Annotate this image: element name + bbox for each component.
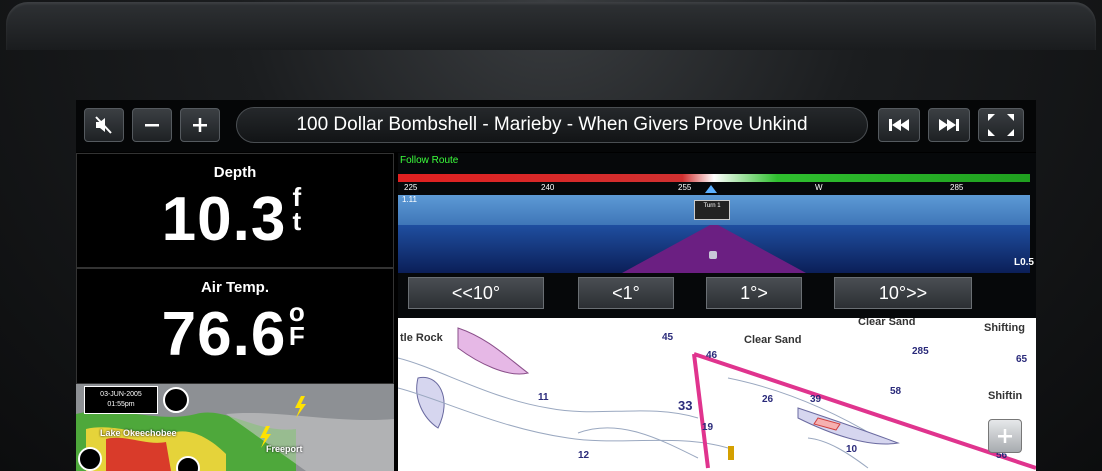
depth-readout: 10.3 f t <box>77 184 393 255</box>
bezel-top-edge <box>6 2 1096 50</box>
fullscreen-button[interactable] <box>978 108 1024 142</box>
heading-tick: 240 <box>541 183 555 192</box>
chart-place-label: Shifting <box>984 322 1025 334</box>
heading-tape <box>398 174 1030 182</box>
now-playing-track[interactable]: 100 Dollar Bombshell - Marieby - When Gi… <box>236 107 868 143</box>
radar-place-label: Freeport <box>266 444 303 454</box>
chart-place-label: Shiftin <box>988 390 1023 402</box>
depth-value: 10.3 <box>161 185 287 254</box>
air-temp-label: Air Temp. <box>200 279 270 296</box>
navigation-chart[interactable]: tle Rock Clear Sand Clear Sand Shifting … <box>398 318 1036 471</box>
mute-button[interactable] <box>84 108 124 142</box>
depth-sounding: 12 <box>578 450 590 461</box>
media-toolbar: 100 Dollar Bombshell - Marieby - When Gi… <box>76 100 1036 152</box>
previous-track-button[interactable] <box>878 108 920 142</box>
plus-icon <box>998 429 1012 443</box>
expand-icon <box>988 114 1014 136</box>
follow-route-title: Follow Route <box>400 155 459 166</box>
heading-tick: W <box>815 183 823 192</box>
skip-forward-icon <box>939 119 959 131</box>
volume-down-button[interactable] <box>132 108 172 142</box>
air-temp-unit-bottom: F <box>288 321 306 351</box>
depth-sounding: 46 <box>706 350 718 361</box>
depth-sounding: 26 <box>762 394 774 405</box>
depth-sounding: 11 <box>538 392 549 403</box>
radar-date: 03-JUN-2005 <box>100 391 142 398</box>
radar-place-label: Lake Okeechobee <box>100 428 177 438</box>
heading-tick: 285 <box>950 183 964 192</box>
route-lo-label: L0.5 <box>1013 257 1034 268</box>
heading-tick: 225 <box>404 183 418 192</box>
steer-right-10-button[interactable]: 10°>> <box>834 277 972 309</box>
depth-sounding: 19 <box>702 422 714 433</box>
air-temp-readout: 76.6 o F <box>77 299 393 370</box>
chart-place-label: tle Rock <box>400 332 443 344</box>
depth-unit-bottom: t <box>292 206 303 236</box>
follow-route-pane[interactable]: Follow Route 225 240 255 W 285 1.11 Turn… <box>398 153 1036 318</box>
chart-place-label: Clear Sand <box>858 318 916 328</box>
zoom-in-button[interactable] <box>988 419 1022 453</box>
air-temp-value: 76.6 <box>161 300 287 369</box>
radar-timestamp: 03-JUN-2005 01:55pm <box>84 386 158 414</box>
depth-label: Depth <box>213 164 257 181</box>
plus-icon <box>193 118 207 132</box>
depth-unit: ft <box>286 184 308 236</box>
steer-left-1-button[interactable]: <1° <box>578 277 674 309</box>
turn-waypoint-sign: Turn 1 <box>694 200 730 220</box>
depth-sounding: 285 <box>912 346 929 357</box>
minus-icon <box>145 124 159 127</box>
skip-back-icon <box>889 119 909 131</box>
radar-time: 01:55pm <box>107 401 135 408</box>
depth-sounding: 65 <box>1016 354 1028 365</box>
steer-right-1-button[interactable]: 1°> <box>706 277 802 309</box>
next-track-button[interactable] <box>928 108 970 142</box>
chart-place-label: Clear Sand <box>744 334 802 346</box>
depth-pane[interactable]: Depth 10.3 f t <box>76 153 394 268</box>
chart-contours <box>398 327 1036 470</box>
speaker-muted-icon <box>95 116 112 134</box>
steer-left-10-button[interactable]: <<10° <box>408 277 544 309</box>
volume-up-button[interactable] <box>180 108 220 142</box>
route-speed: 1.11 <box>402 195 417 204</box>
depth-sounding: 10 <box>846 444 858 455</box>
heading-pointer-icon <box>705 185 717 193</box>
air-temp-pane[interactable]: Air Temp. 76.6 o F <box>76 268 394 384</box>
depth-sounding: 58 <box>890 386 902 397</box>
depth-sounding: 39 <box>810 394 822 405</box>
heading-tick: 255 <box>678 183 692 192</box>
depth-sounding: 45 <box>662 332 674 343</box>
weather-radar-map[interactable]: 03-JUN-2005 01:55pm Lake Okeechobee Free… <box>76 384 394 471</box>
display-screen: 100 Dollar Bombshell - Marieby - When Gi… <box>76 100 1036 471</box>
air-temp-unit: oF <box>286 299 308 351</box>
route-highway <box>622 225 806 273</box>
depth-sounding: 33 <box>678 398 693 413</box>
